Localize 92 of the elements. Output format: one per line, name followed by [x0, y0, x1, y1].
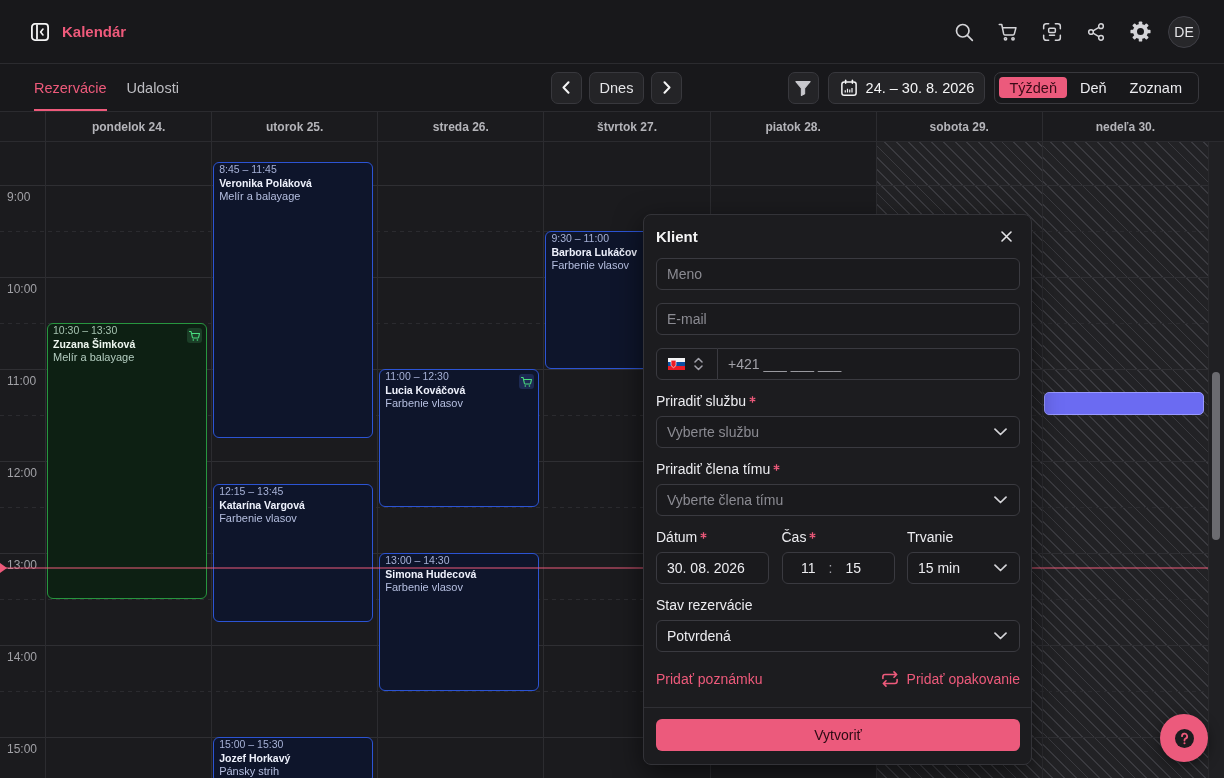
hour-label: 9:00: [6, 189, 31, 204]
sidebar-collapse-icon: [31, 22, 49, 41]
email-input[interactable]: E-mail: [656, 303, 1020, 335]
duration-select[interactable]: 15 min: [907, 552, 1020, 584]
next-week-button[interactable]: [651, 71, 683, 104]
settings-icon: [1129, 21, 1151, 42]
service-name: Farbenie vlasov: [385, 580, 463, 593]
chevron-right-icon: [662, 81, 671, 94]
popover-title: Klient: [656, 228, 698, 245]
name-input[interactable]: Meno: [656, 258, 1020, 290]
chevron-down-icon: [994, 496, 1007, 504]
search-icon: [954, 21, 974, 42]
view-option[interactable]: Deň: [1070, 77, 1117, 98]
repeat-icon: [880, 670, 899, 687]
app-title: Kalendár: [62, 23, 127, 40]
field-label: Dátum: [656, 529, 698, 546]
calendar-icon: [839, 78, 858, 97]
date-field[interactable]: 30. 08. 2026: [656, 552, 769, 584]
add-recurrence-link[interactable]: Pridať opakovanie: [880, 670, 1020, 687]
view-option[interactable]: Zoznam: [1119, 77, 1192, 98]
field-label: Čas: [781, 529, 807, 546]
booking-card[interactable]: 15:00 – 15:30 Jozef Horkavý Pánsky strih: [213, 737, 374, 778]
scan-icon: [1042, 21, 1062, 42]
booking-card[interactable]: 10:30 – 13:30 Zuzana Šimková Melír a balayage: [47, 323, 208, 599]
hour-label: 12:00: [6, 465, 38, 480]
booking-card[interactable]: 13:00 – 14:30 Simona Hudecová Farbenie vlasov: [379, 553, 540, 691]
service-name: Farbenie vlasov: [385, 396, 463, 409]
user-avatar[interactable]: DE: [1168, 15, 1200, 48]
chevron-down-icon: [994, 632, 1007, 640]
chevron-left-icon: [562, 81, 571, 94]
up-down-chevron-icon: [694, 357, 703, 371]
chevron-down-icon: [994, 564, 1007, 572]
hour-label: 11:00: [6, 373, 37, 388]
share-icon: [1086, 21, 1106, 42]
service-name: Farbenie vlasov: [219, 511, 297, 524]
booking-time: 8:45 – 11:45: [219, 164, 277, 176]
booking-time: 10:30 – 13:30: [53, 325, 118, 337]
client-name: Jozef Horkavý: [219, 752, 291, 765]
client-name: Lucia Kováčová: [385, 384, 466, 397]
service-select[interactable]: Vyberte službu: [656, 416, 1020, 448]
previous-week-button[interactable]: [550, 71, 582, 104]
filter-button[interactable]: [787, 71, 819, 104]
booking-time: 13:00 – 14:30: [385, 555, 450, 567]
client-name: Barbora Lukáčov: [551, 246, 638, 259]
field-label: Trvanie: [907, 529, 954, 546]
hour-label: 10:00: [6, 281, 38, 296]
time-field[interactable]: 11 : 15: [781, 552, 895, 584]
booking-card[interactable]: 11:00 – 12:30 Lucia Kováčová Farbenie vlasov: [379, 369, 540, 507]
country-select[interactable]: [656, 348, 718, 380]
service-name: Pánsky strih: [219, 764, 280, 777]
client-name: Zuzana Šimková: [53, 338, 136, 351]
field-label: Stav rezervácie: [656, 597, 753, 614]
day-header: utorok 25.: [211, 112, 378, 141]
booking-time: 9:30 – 11:00: [551, 233, 610, 245]
help-icon: [1174, 728, 1194, 748]
day-header: piatok 28.: [709, 112, 876, 141]
create-button[interactable]: Vytvoriť: [656, 719, 1020, 751]
today-button[interactable]: Dnes: [588, 71, 645, 104]
tab[interactable]: Udalosti: [126, 64, 179, 111]
day-header: streda 26.: [377, 112, 544, 141]
day-header: štvrtok 27.: [543, 112, 710, 141]
status-select[interactable]: Potvrdená: [656, 620, 1020, 652]
day-header: nedeľa 30.: [1041, 112, 1208, 141]
team-member-select[interactable]: Vyberte člena tímu: [656, 484, 1020, 516]
filter-icon: [794, 78, 813, 97]
service-name: Farbenie vlasov: [551, 258, 630, 271]
booking-time: 12:15 – 13:45: [219, 486, 284, 498]
booking-card[interactable]: 8:45 – 11:45 Veronika Poláková Melír a balayage: [213, 162, 374, 438]
close-icon: [1000, 231, 1012, 242]
field-label: Priradiť službu: [656, 393, 747, 410]
client-name: Veronika Poláková: [219, 177, 312, 190]
view-option[interactable]: Týždeň: [999, 77, 1067, 98]
booking-time: 15:00 – 15:30: [219, 739, 284, 751]
booking-card[interactable]: 12:15 – 13:45 Katarína Vargová Farbenie vlasov: [213, 484, 374, 622]
client-name: Katarína Vargová: [219, 499, 305, 512]
date-range-button[interactable]: 24. – 30. 8. 2026: [827, 71, 986, 104]
chevron-down-icon: [994, 428, 1007, 436]
client-name: Simona Hudecová: [385, 568, 477, 581]
scrollbar-thumb[interactable]: [1212, 372, 1220, 540]
flag-icon: [668, 358, 685, 370]
booking-time: 11:00 – 12:30: [385, 371, 449, 383]
day-header: sobota 29.: [875, 112, 1042, 141]
service-name: Melír a balayage: [53, 350, 135, 363]
add-note-link[interactable]: Pridať poznámku: [656, 670, 763, 687]
phone-input[interactable]: +421 ___ ___ ___: [718, 348, 1020, 380]
day-header: pondelok 24.: [45, 112, 212, 141]
hour-label: 14:00: [6, 649, 38, 664]
sidebar-toggle-button[interactable]: [31, 22, 49, 41]
service-name: Melír a balayage: [219, 189, 301, 202]
shopping-cart-icon: [998, 21, 1018, 42]
hour-label: 15:00: [6, 741, 38, 756]
field-label: Priradiť člena tímu: [656, 461, 771, 478]
